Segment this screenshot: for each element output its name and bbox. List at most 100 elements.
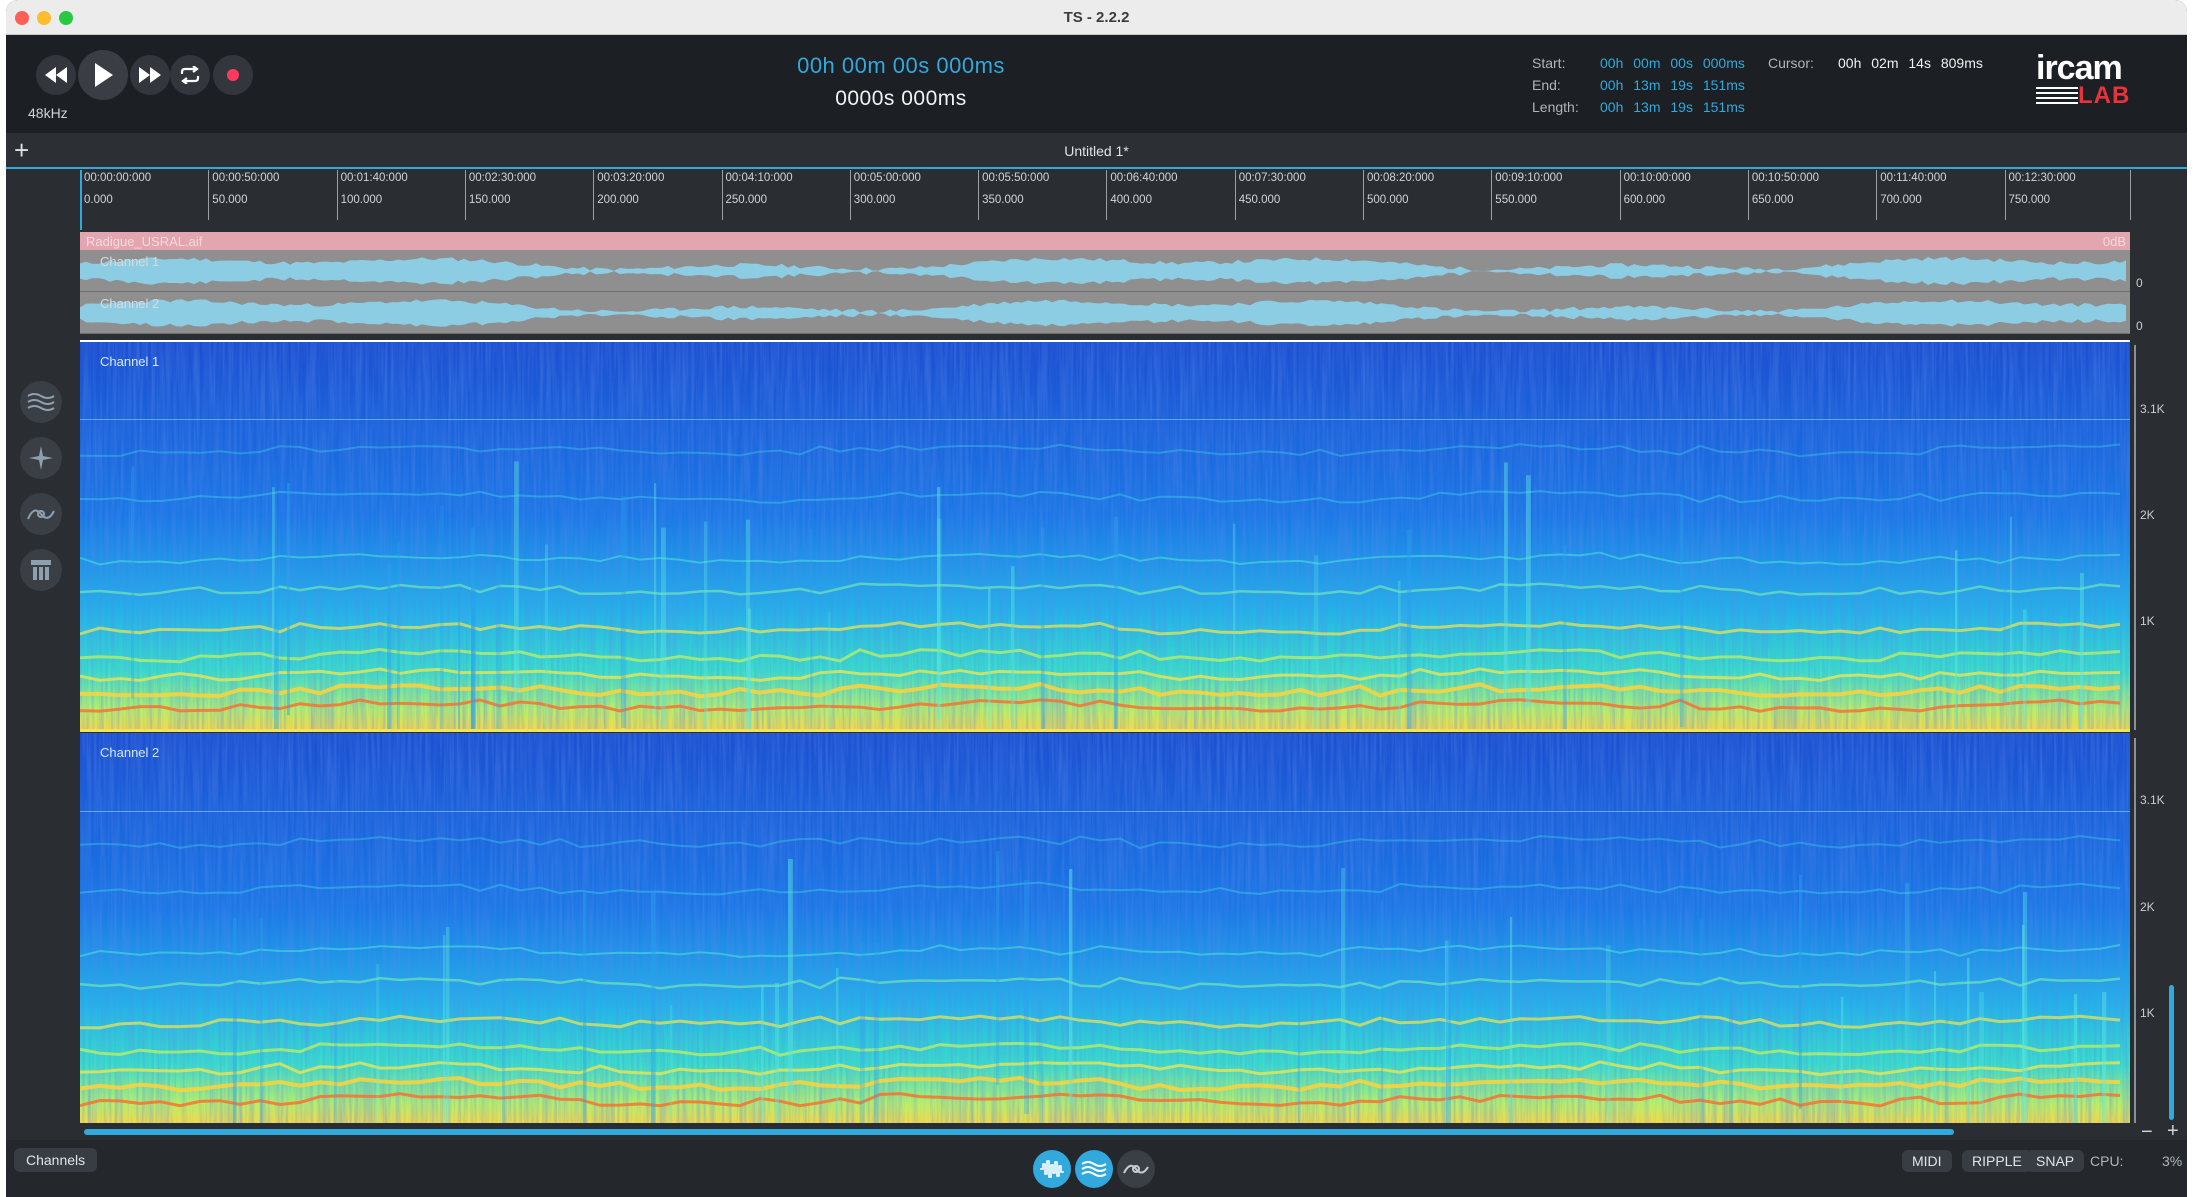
timeline-ruler[interactable]: 00:00:00:000 0.000 00:00:50:000 50.000 00:01… bbox=[80, 170, 2137, 220]
spectrogram-channel-1[interactable]: Channel 1 bbox=[80, 340, 2130, 732]
waveform-channel-2-label: Channel 2 bbox=[100, 296, 160, 311]
ruler-tick-time: 00:02:30:000 bbox=[468, 172, 537, 184]
play-button[interactable] bbox=[78, 50, 128, 100]
file-clip-header[interactable]: Radigue_USRAL.aif 0dB bbox=[80, 232, 2130, 250]
file-gain: 0dB bbox=[2102, 234, 2126, 249]
ruler-tick-seconds: 450.000 bbox=[1238, 194, 1281, 206]
freq-label-1k-ch1: 1K bbox=[2140, 614, 2155, 628]
ruler-end-tick bbox=[2130, 170, 2132, 220]
spectrogram-channel-2[interactable]: Channel 2 bbox=[80, 733, 2130, 1123]
waveform-scale-2: 0 bbox=[2136, 319, 2143, 333]
cpu-label: CPU: bbox=[2090, 1153, 2124, 1169]
cursor-label: Cursor: bbox=[1768, 55, 1814, 71]
spectrum-layers-icon bbox=[27, 393, 55, 411]
spectrogram-2-image bbox=[80, 733, 2130, 1123]
waveform-2-shape bbox=[80, 299, 2126, 327]
ruler-tick: 00:10:50:000 650.000 bbox=[1747, 170, 1878, 220]
stack-icon bbox=[31, 560, 51, 580]
ruler-tick: 00:02:30:000 150.000 bbox=[464, 170, 595, 220]
ruler-tick-seconds: 550.000 bbox=[1495, 194, 1537, 206]
end-value[interactable]: 00h 13m 19s 151ms bbox=[1600, 77, 1745, 93]
ruler-tick-time: 00:06:40:000 bbox=[1110, 172, 1178, 184]
ruler-tick-seconds: 100.000 bbox=[340, 194, 383, 206]
ruler-tick: 00:03:20:000 200.000 bbox=[593, 170, 723, 220]
waveform-channel-2[interactable]: Channel 2 bbox=[80, 292, 2130, 334]
spectrum-view-button[interactable] bbox=[1075, 1150, 1113, 1188]
snap-button[interactable]: SNAP bbox=[2026, 1150, 2085, 1172]
ruler-tick: 00:07:30:000 450.000 bbox=[1234, 170, 1365, 220]
waveform-channel-1[interactable]: Channel 1 bbox=[80, 250, 2130, 292]
length-label: Length: bbox=[1532, 99, 1579, 115]
midi-button[interactable]: MIDI bbox=[1902, 1150, 1952, 1172]
ruler-tick: 00:01:40:000 100.000 bbox=[336, 170, 467, 220]
record-button[interactable] bbox=[213, 55, 253, 95]
ruler-tick-time: 00:00:50:000 bbox=[212, 172, 280, 184]
sample-rate-label: 48kHz bbox=[28, 105, 68, 121]
waveform-view-icon bbox=[1040, 1160, 1064, 1178]
waveform-view-button[interactable] bbox=[1033, 1150, 1071, 1188]
horizontal-scrollbar[interactable] bbox=[84, 1129, 1954, 1135]
file-name: Radigue_USRAL.aif bbox=[86, 234, 203, 249]
ruler-tick: 00:04:10:000 250.000 bbox=[721, 170, 852, 220]
bottom-bar: Channels MIDI RIPPLE SNAP CPU: 3% bbox=[6, 1140, 2187, 1197]
ruler-tick: 00:12:30:000 750.000 bbox=[2004, 170, 2135, 220]
curve-view-icon bbox=[1123, 1164, 1149, 1174]
loop-button[interactable] bbox=[170, 55, 210, 95]
sparkle-icon bbox=[29, 446, 53, 470]
ruler-tick-time: 00:12:30:000 bbox=[2008, 172, 2076, 184]
ruler-tick-seconds: 700.000 bbox=[1880, 194, 1922, 206]
ruler-tick-seconds: 350.000 bbox=[982, 194, 1024, 206]
ripple-button[interactable]: RIPPLE bbox=[1962, 1150, 2032, 1172]
spectrogram-1-image bbox=[80, 342, 2130, 729]
ruler-tick-seconds: 650.000 bbox=[1751, 194, 1794, 206]
ruler-tick: 00:05:00:000 300.000 bbox=[849, 170, 980, 220]
start-value[interactable]: 00h 00m 00s 000ms bbox=[1600, 55, 1745, 71]
cpu-value: 3% bbox=[2162, 1153, 2183, 1169]
ruler-tick-seconds: 400.000 bbox=[1110, 194, 1152, 206]
title-bar: TS - 2.2.2 bbox=[6, 0, 2187, 35]
ruler-tick: 00:10:00:000 600.000 bbox=[1619, 170, 1750, 220]
stack-tool-button[interactable] bbox=[20, 549, 62, 591]
vertical-scrollbar[interactable] bbox=[2169, 985, 2174, 1120]
ruler-tick: 00:00:50:000 50.000 bbox=[208, 170, 338, 220]
start-label: Start: bbox=[1532, 55, 1566, 71]
freq-label-2k-ch2: 2K bbox=[2140, 900, 2155, 914]
freq-label-3-1k-ch2: 3.1K bbox=[2140, 793, 2165, 807]
spectrogram-channel-1-label: Channel 1 bbox=[100, 354, 160, 369]
spectrum-layers-button[interactable] bbox=[20, 381, 62, 423]
curve-tool-button[interactable] bbox=[20, 493, 62, 535]
ruler-tick-time: 00:09:10:000 bbox=[1495, 172, 1563, 184]
fast-forward-button[interactable] bbox=[130, 55, 170, 95]
loop-icon bbox=[180, 66, 200, 84]
rewind-button[interactable] bbox=[36, 55, 76, 95]
ruler-tick-seconds: 150.000 bbox=[468, 194, 511, 206]
ruler-tick-time: 00:04:10:000 bbox=[725, 172, 793, 184]
ruler-tick-time: 00:08:20:000 bbox=[1367, 172, 1435, 184]
frequency-axis-1 bbox=[2134, 345, 2136, 730]
ruler-tick-seconds: 50.000 bbox=[212, 194, 248, 206]
ircam-lab-logo: ircam LAB bbox=[2036, 49, 2131, 109]
window-title: TS - 2.2.2 bbox=[1063, 9, 1130, 26]
play-icon bbox=[95, 63, 113, 87]
timecode-display: 00h 00m 00s 000ms bbox=[797, 53, 1005, 78]
ruler-tick-seconds: 750.000 bbox=[2008, 194, 2051, 206]
sparkle-tool-button[interactable] bbox=[20, 437, 62, 479]
channels-button[interactable]: Channels bbox=[14, 1148, 98, 1172]
tab-untitled-1[interactable]: Untitled 1* bbox=[6, 143, 2187, 159]
spectrogram-channel-2-label: Channel 2 bbox=[100, 745, 160, 760]
curve-view-button[interactable] bbox=[1117, 1150, 1155, 1188]
ruler-tick-seconds: 200.000 bbox=[597, 194, 639, 206]
transport-header: 48kHz 00h 00m 00s 000ms 0000s 000ms Star… bbox=[6, 35, 2187, 133]
end-label: End: bbox=[1532, 77, 1561, 93]
ruler-tick-seconds: 300.000 bbox=[853, 194, 896, 206]
length-value[interactable]: 00h 13m 19s 151ms bbox=[1600, 99, 1745, 115]
ruler-tick-time: 00:00:00:000 bbox=[84, 172, 152, 184]
fast-forward-icon bbox=[139, 67, 161, 83]
ruler-tick-seconds: 600.000 bbox=[1623, 194, 1666, 206]
ruler-tick-seconds: 0.000 bbox=[84, 194, 113, 206]
ruler-tick-time: 00:07:30:000 bbox=[1238, 172, 1306, 184]
ruler-tick: 00:05:50:000 350.000 bbox=[978, 170, 1108, 220]
ruler-tick-time: 00:01:40:000 bbox=[340, 172, 408, 184]
playhead-marker[interactable] bbox=[80, 170, 82, 230]
freq-label-3-1k-ch1: 3.1K bbox=[2140, 402, 2165, 416]
